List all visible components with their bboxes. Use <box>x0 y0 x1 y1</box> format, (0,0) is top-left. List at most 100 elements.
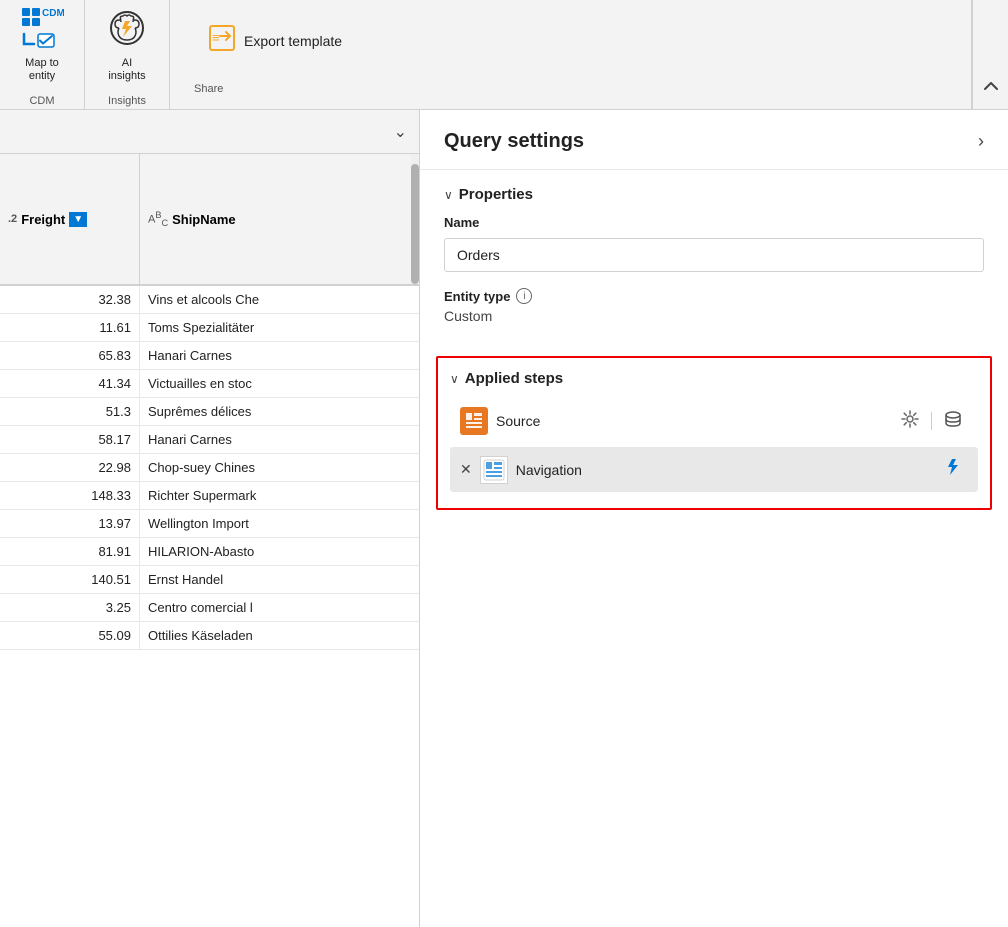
freight-col-label: Freight <box>21 212 65 227</box>
cell-shipname: Hanari Carnes <box>140 342 419 369</box>
properties-chevron-icon: ∨ <box>444 188 453 202</box>
applied-steps-section-header[interactable]: ∨ Applied steps <box>450 370 978 387</box>
map-to-entity-icon: CDM <box>20 6 64 55</box>
entity-type-info-icon[interactable]: i <box>516 288 532 304</box>
step-divider <box>931 412 932 430</box>
table-row[interactable]: 41.34Victuailles en stoc <box>0 370 419 398</box>
cell-freight: 32.38 <box>0 286 140 313</box>
source-step-label: Source <box>496 413 895 429</box>
cell-freight: 3.25 <box>0 594 140 621</box>
collapse-ribbon-button[interactable] <box>972 0 1008 109</box>
source-step-gear-button[interactable] <box>895 408 925 435</box>
properties-section-title: Properties <box>459 186 533 203</box>
ai-insights-label: AIinsights <box>108 57 145 83</box>
cell-shipname: Toms Spezialitäter <box>140 314 419 341</box>
entity-type-field-label: Entity type <box>444 289 510 304</box>
map-to-entity-label: Map to entity <box>25 57 59 83</box>
map-to-entity-button[interactable]: CDM Map to entity <box>12 2 72 87</box>
cell-shipname: Chop-suey Chines <box>140 454 419 481</box>
cell-freight: 58.17 <box>0 426 140 453</box>
data-table[interactable]: .2 Freight ▼ ABC ShipName 32.38Vins et a… <box>0 154 419 927</box>
cell-shipname: Victuailles en stoc <box>140 370 419 397</box>
source-step-db-button[interactable] <box>938 408 968 435</box>
left-panel: ⌄ .2 Freight ▼ ABC ShipName <box>0 110 420 927</box>
table-row[interactable]: 148.33Richter Supermark <box>0 482 419 510</box>
cell-freight: 11.61 <box>0 314 140 341</box>
share-group: ≡ Export template Share <box>170 0 972 109</box>
cell-shipname: Hanari Carnes <box>140 426 419 453</box>
entity-type-value: Custom <box>444 308 984 324</box>
cell-freight: 140.51 <box>0 566 140 593</box>
ai-insights-button[interactable]: AIinsights <box>97 2 157 87</box>
table-row[interactable]: 13.97Wellington Import <box>0 510 419 538</box>
cell-freight: 148.33 <box>0 482 140 509</box>
properties-section: ∨ Properties Name Entity type i Custom <box>420 170 1008 356</box>
toolbar: CDM Map to entity CDM <box>0 0 1008 110</box>
table-row[interactable]: 81.91HILARION-Abasto <box>0 538 419 566</box>
properties-section-header[interactable]: ∨ Properties <box>444 186 984 203</box>
navigation-step-delete-button[interactable]: ✕ <box>460 461 472 478</box>
col-shipname-header: ABC ShipName <box>140 154 411 284</box>
source-step-actions <box>895 408 968 435</box>
cdm-group: CDM Map to entity CDM <box>0 0 85 109</box>
cell-freight: 22.98 <box>0 454 140 481</box>
source-step-icon <box>460 407 488 435</box>
table-header: .2 Freight ▼ ABC ShipName <box>0 154 419 286</box>
svg-text:CDM: CDM <box>42 8 64 19</box>
cell-shipname: Suprêmes délices <box>140 398 419 425</box>
cell-shipname: Ottilies Käseladen <box>140 622 419 649</box>
table-row[interactable]: 22.98Chop-suey Chines <box>0 454 419 482</box>
export-template-button[interactable]: ≡ Export template <box>194 16 356 66</box>
left-panel-header: ⌄ <box>0 110 419 154</box>
scrollbar-thumb[interactable] <box>411 164 419 284</box>
cell-freight: 51.3 <box>0 398 140 425</box>
navigation-step-label: Navigation <box>516 462 936 478</box>
table-row[interactable]: 11.61Toms Spezialitäter <box>0 314 419 342</box>
table-row[interactable]: 55.09Ottilies Käseladen <box>0 622 419 650</box>
main-content: ⌄ .2 Freight ▼ ABC ShipName <box>0 110 1008 927</box>
entity-type-label-row: Entity type i <box>444 288 984 304</box>
query-settings-header: Query settings › <box>420 110 1008 170</box>
table-row[interactable]: 140.51Ernst Handel <box>0 566 419 594</box>
table-row[interactable]: 3.25Centro comercial l <box>0 594 419 622</box>
right-panel: Query settings › ∨ Properties Name Entit… <box>420 110 1008 927</box>
table-row[interactable]: 65.83Hanari Carnes <box>0 342 419 370</box>
cell-shipname: Richter Supermark <box>140 482 419 509</box>
table-row[interactable]: 51.3Suprêmes délices <box>0 398 419 426</box>
insights-group-label: Insights <box>108 95 146 107</box>
table-row[interactable]: 58.17Hanari Carnes <box>0 426 419 454</box>
svg-text:≡: ≡ <box>212 30 220 45</box>
collapse-panel-button[interactable]: ⌄ <box>394 122 407 142</box>
share-group-label: Share <box>186 83 955 101</box>
shipname-col-label: ShipName <box>172 212 236 227</box>
scrollbar-track[interactable] <box>411 154 419 284</box>
cdm-group-label: CDM <box>29 95 54 107</box>
export-template-label: Export template <box>244 33 342 49</box>
export-icon: ≡ <box>208 24 236 58</box>
freight-dropdown-button[interactable]: ▼ <box>69 212 87 227</box>
col-freight-header[interactable]: .2 Freight ▼ <box>0 154 140 284</box>
cell-freight: 41.34 <box>0 370 140 397</box>
cell-shipname: Ernst Handel <box>140 566 419 593</box>
freight-type-badge: .2 <box>8 213 17 225</box>
table-row[interactable]: 32.38Vins et alcools Che <box>0 286 419 314</box>
applied-steps-chevron-icon: ∨ <box>450 372 459 386</box>
step-navigation[interactable]: ✕ Navigation <box>450 447 978 492</box>
ai-insights-icon <box>105 6 149 55</box>
expand-query-settings-button[interactable]: › <box>978 131 984 152</box>
cell-freight: 13.97 <box>0 510 140 537</box>
name-field-input[interactable] <box>444 238 984 272</box>
insights-group: AIinsights Insights <box>85 0 170 109</box>
query-settings-title: Query settings <box>444 130 584 153</box>
navigation-step-icon <box>480 456 508 484</box>
cell-freight: 55.09 <box>0 622 140 649</box>
navigation-step-lightning-button[interactable] <box>936 455 968 484</box>
applied-steps-section-title: Applied steps <box>465 370 563 387</box>
step-source[interactable]: Source <box>450 399 978 443</box>
shipname-type-badge: ABC <box>148 210 168 228</box>
cell-freight: 81.91 <box>0 538 140 565</box>
navigation-step-actions <box>936 455 968 484</box>
cell-shipname: Vins et alcools Che <box>140 286 419 313</box>
cell-shipname: Centro comercial l <box>140 594 419 621</box>
cell-freight: 65.83 <box>0 342 140 369</box>
